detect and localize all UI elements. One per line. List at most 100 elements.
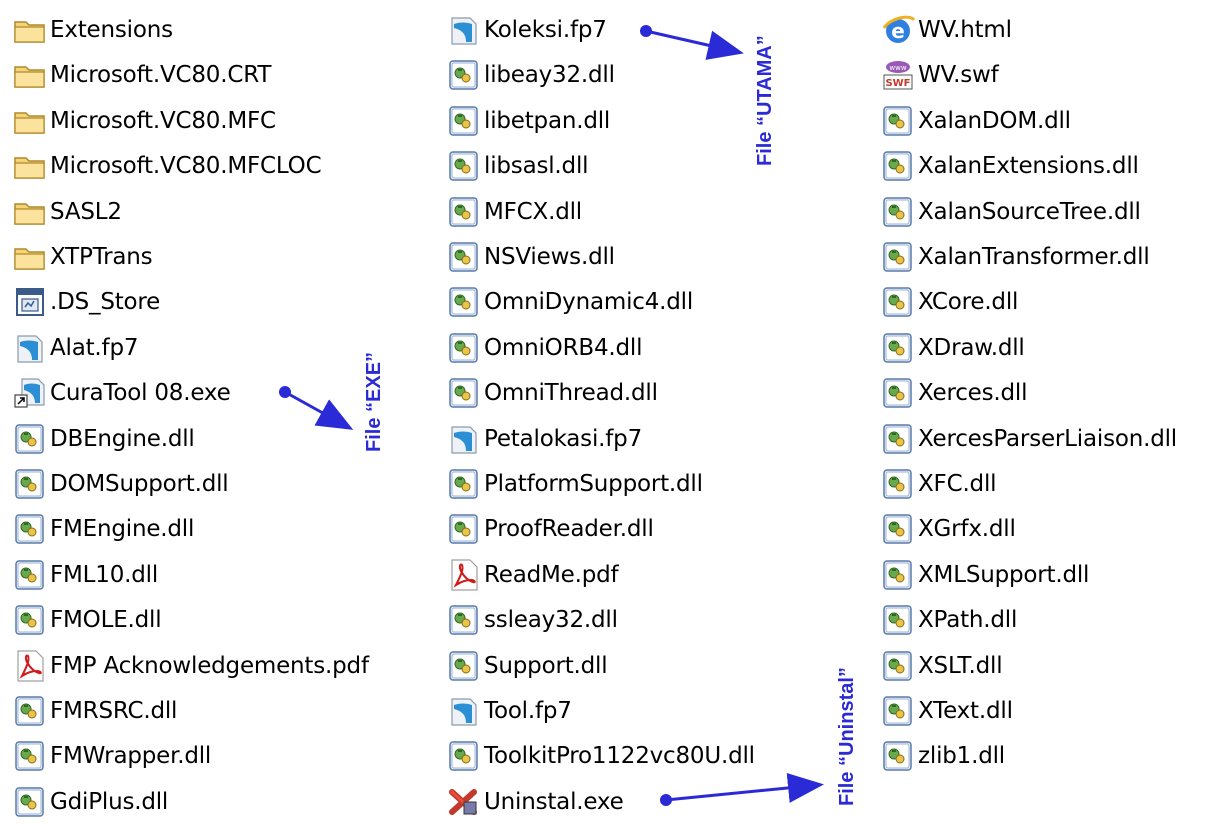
file-item[interactable]: XText.dll bbox=[880, 689, 1013, 733]
file-item[interactable]: FMOLE.dll bbox=[12, 598, 162, 642]
file-item[interactable]: XDraw.dll bbox=[880, 326, 1025, 370]
dll-icon bbox=[446, 602, 482, 638]
file-item[interactable]: MFCX.dll bbox=[446, 190, 582, 234]
file-item[interactable]: e WV.html bbox=[880, 8, 1012, 52]
file-item[interactable]: Xerces.dll bbox=[880, 371, 1027, 415]
file-item[interactable]: libetpan.dll bbox=[446, 99, 610, 143]
file-name: XCore.dll bbox=[918, 289, 1019, 316]
arrow-exe bbox=[279, 386, 354, 430]
file-item[interactable]: DBEngine.dll bbox=[12, 417, 195, 461]
uninstall-icon bbox=[446, 784, 482, 820]
file-item[interactable]: DOMSupport.dll bbox=[12, 462, 229, 506]
dll-icon bbox=[880, 738, 916, 774]
file-item[interactable]: Extensions bbox=[12, 8, 173, 52]
file-name: Microsoft.VC80.MFC bbox=[50, 107, 276, 134]
dll-icon bbox=[446, 103, 482, 139]
file-item[interactable]: PlatformSupport.dll bbox=[446, 462, 703, 506]
file-item[interactable]: Petalokasi.fp7 bbox=[446, 417, 642, 461]
file-name: Xerces.dll bbox=[918, 380, 1028, 407]
file-item[interactable]: Alat.fp7 bbox=[12, 326, 138, 370]
dll-icon bbox=[880, 648, 916, 684]
file-item[interactable]: Uninstal.exe bbox=[446, 780, 624, 824]
file-item[interactable]: XPath.dll bbox=[880, 598, 1017, 642]
file-item[interactable]: OmniDynamic4.dll bbox=[446, 280, 693, 324]
swf-icon: www SWF bbox=[880, 57, 916, 93]
dll-icon bbox=[880, 103, 916, 139]
svg-text:SWF: SWF bbox=[885, 78, 910, 89]
ds-store-icon bbox=[12, 284, 48, 320]
dll-icon bbox=[446, 148, 482, 184]
file-name: Alat.fp7 bbox=[50, 334, 139, 361]
file-item[interactable]: Microsoft.VC80.MFCLOC bbox=[12, 144, 322, 188]
file-item[interactable]: FMWrapper.dll bbox=[12, 734, 211, 778]
file-item[interactable]: NSViews.dll bbox=[446, 235, 615, 279]
file-item[interactable]: ProofReader.dll bbox=[446, 507, 654, 551]
dll-icon bbox=[880, 693, 916, 729]
annotation-uninstal: File “Uninstal” bbox=[836, 667, 858, 806]
file-name: zlib1.dll bbox=[918, 743, 1005, 770]
dll-icon bbox=[446, 330, 482, 366]
file-item[interactable]: .DS_Store bbox=[12, 280, 160, 324]
file-item[interactable]: FML10.dll bbox=[12, 553, 158, 597]
file-item[interactable]: Koleksi.fp7 bbox=[446, 8, 607, 52]
pdf-icon bbox=[446, 557, 482, 593]
file-name: FMP Acknowledgements.pdf bbox=[50, 652, 369, 679]
file-name: Support.dll bbox=[484, 652, 608, 679]
file-item[interactable]: OmniORB4.dll bbox=[446, 326, 642, 370]
file-item[interactable]: XercesParserLiaison.dll bbox=[880, 417, 1177, 461]
file-item[interactable]: libsasl.dll bbox=[446, 144, 589, 188]
folder-icon bbox=[12, 12, 48, 48]
dll-icon bbox=[446, 466, 482, 502]
file-item[interactable]: FMEngine.dll bbox=[12, 507, 194, 551]
dll-icon bbox=[446, 194, 482, 230]
file-name: OmniThread.dll bbox=[484, 380, 658, 407]
file-item[interactable]: XMLSupport.dll bbox=[880, 553, 1089, 597]
file-name: XFC.dll bbox=[918, 471, 997, 497]
file-item[interactable]: XalanDOM.dll bbox=[880, 99, 1071, 143]
folder-icon bbox=[12, 194, 48, 230]
file-item[interactable]: CuraTool 08.exe bbox=[12, 371, 231, 415]
dll-icon bbox=[12, 602, 48, 638]
file-item[interactable]: XCore.dll bbox=[880, 280, 1018, 324]
dll-icon bbox=[446, 738, 482, 774]
file-name: XPath.dll bbox=[918, 607, 1018, 634]
file-item[interactable]: XalanExtensions.dll bbox=[880, 144, 1139, 188]
file-name: XalanExtensions.dll bbox=[918, 153, 1139, 180]
dll-icon bbox=[880, 194, 916, 230]
file-item[interactable]: ToolkitPro1122vc80U.dll bbox=[446, 734, 755, 778]
file-item[interactable]: ReadMe.pdf bbox=[446, 553, 619, 597]
file-name: XalanSourceTree.dll bbox=[918, 198, 1141, 225]
file-name: Extensions bbox=[50, 17, 173, 43]
file-item[interactable]: Microsoft.VC80.MFC bbox=[12, 99, 276, 143]
file-name: Microsoft.VC80.MFCLOC bbox=[50, 153, 322, 180]
file-item[interactable]: Tool.fp7 bbox=[446, 689, 572, 733]
file-item[interactable]: Support.dll bbox=[446, 644, 608, 688]
file-item[interactable]: OmniThread.dll bbox=[446, 371, 658, 415]
file-item[interactable]: XalanTransformer.dll bbox=[880, 235, 1150, 279]
file-item[interactable]: libeay32.dll bbox=[446, 53, 615, 97]
file-item[interactable]: XTPTrans bbox=[12, 235, 153, 279]
file-item[interactable]: XFC.dll bbox=[880, 462, 997, 506]
file-item[interactable]: ssleay32.dll bbox=[446, 598, 618, 642]
dll-icon bbox=[880, 557, 916, 593]
dll-icon bbox=[12, 738, 48, 774]
file-item[interactable]: GdiPlus.dll bbox=[12, 780, 168, 824]
svg-text:e: e bbox=[891, 19, 905, 43]
file-item[interactable]: XGrfx.dll bbox=[880, 507, 1016, 551]
file-item[interactable]: Microsoft.VC80.CRT bbox=[12, 53, 271, 97]
file-item[interactable]: XalanSourceTree.dll bbox=[880, 190, 1141, 234]
dll-icon bbox=[446, 284, 482, 320]
file-item[interactable]: XSLT.dll bbox=[880, 644, 1003, 688]
dll-icon bbox=[446, 511, 482, 547]
file-item[interactable]: FMRSRC.dll bbox=[12, 689, 177, 733]
file-item[interactable]: FMP Acknowledgements.pdf bbox=[12, 644, 369, 688]
dll-icon bbox=[880, 284, 916, 320]
ie-html-icon: e bbox=[880, 12, 916, 48]
folder-icon bbox=[12, 148, 48, 184]
file-item[interactable]: SASL2 bbox=[12, 190, 122, 234]
file-item[interactable]: zlib1.dll bbox=[880, 734, 1005, 778]
file-name: libsasl.dll bbox=[484, 153, 589, 180]
dll-icon bbox=[12, 784, 48, 820]
file-name: Uninstal.exe bbox=[484, 788, 624, 815]
file-item[interactable]: www SWF WV.swf bbox=[880, 53, 999, 97]
